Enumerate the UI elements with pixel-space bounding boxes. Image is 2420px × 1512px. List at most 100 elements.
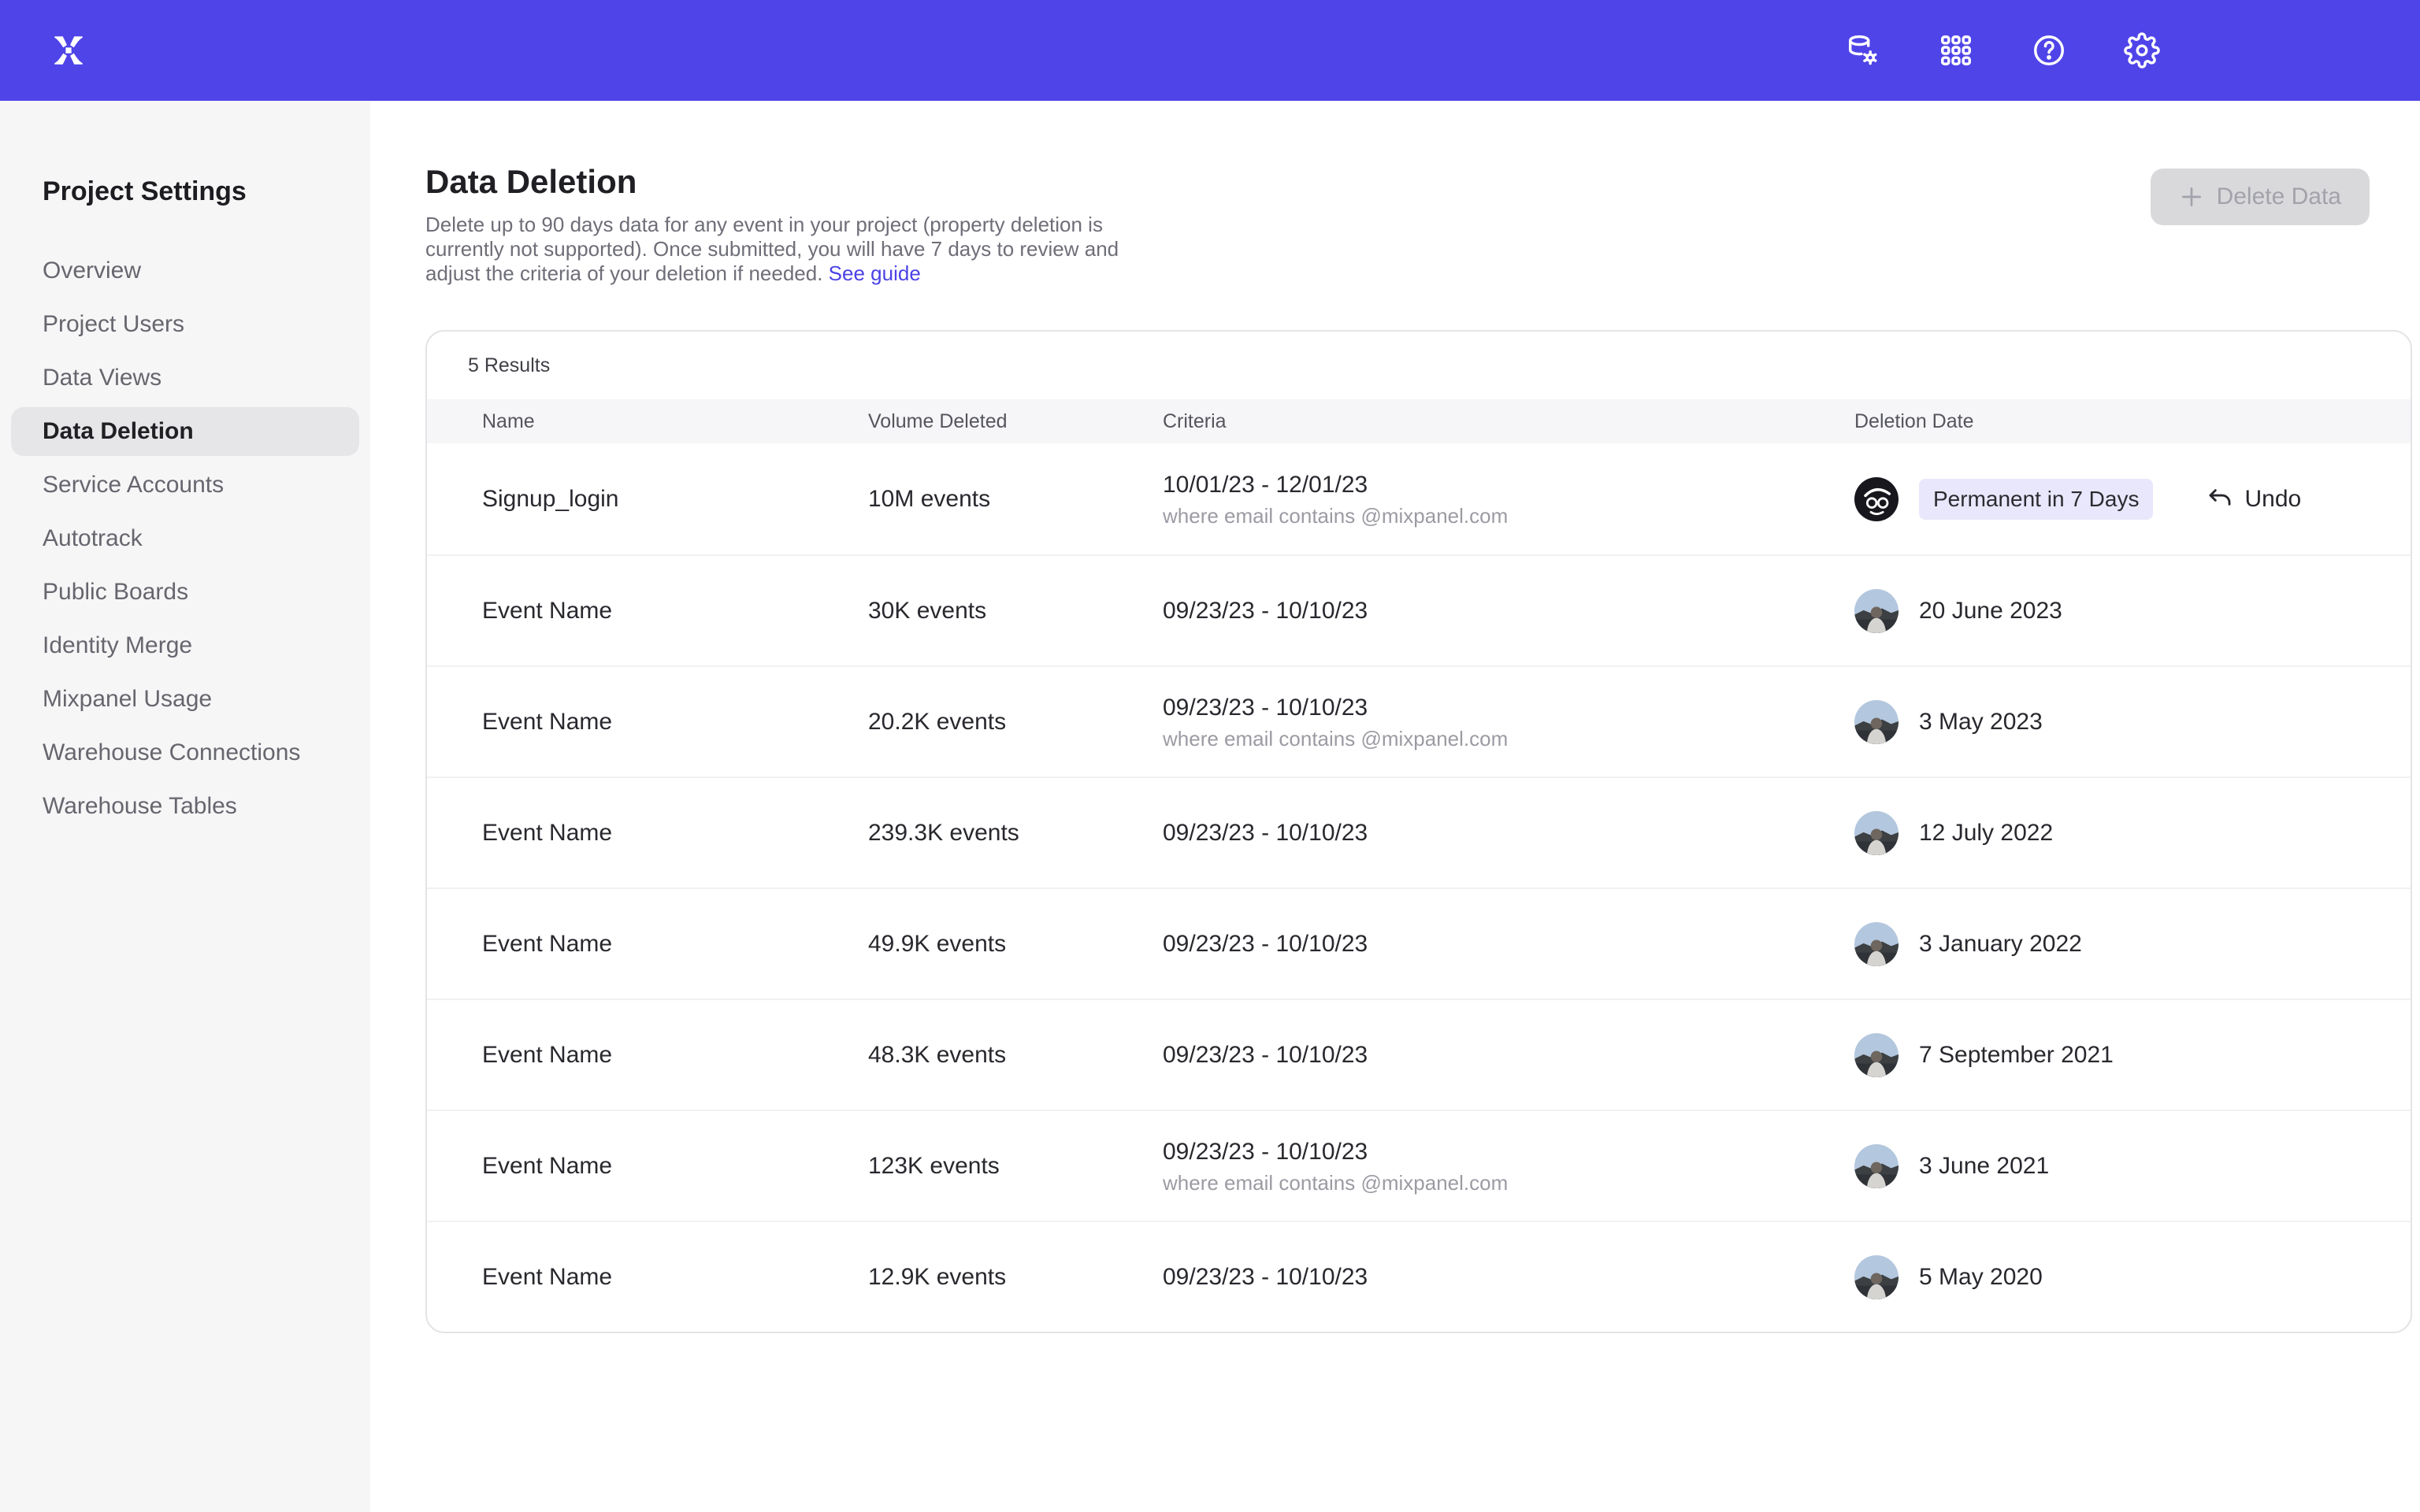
table-row: Event Name 239.3K events 09/23/23 - 10/1… [427, 776, 2411, 888]
data-settings-icon[interactable] [1845, 32, 1881, 69]
row-criteria-range: 09/23/23 - 10/10/23 [1163, 930, 1854, 958]
row-volume: 123K events [868, 1153, 1163, 1180]
row-deletion-date: 7 September 2021 [1854, 1033, 2411, 1077]
mixpanel-logo [49, 31, 88, 70]
row-volume: 10M events [868, 486, 1163, 513]
help-icon[interactable] [2031, 32, 2067, 69]
sidebar-title: Project Settings [0, 176, 370, 207]
topbar-icons [1845, 32, 2160, 69]
sidebar-item-mixpanel-usage[interactable]: Mixpanel Usage [11, 675, 359, 724]
row-criteria-range: 09/23/23 - 10/10/23 [1163, 694, 1854, 722]
undo-button[interactable]: Undo [2207, 486, 2301, 513]
photo-avatar [1854, 1033, 1899, 1077]
row-criteria-filter: where email contains @mixpanel.com [1163, 727, 1854, 750]
row-volume: 239.3K events [868, 820, 1163, 847]
row-criteria-range: 09/23/23 - 10/10/23 [1163, 819, 1854, 847]
row-volume: 49.9K events [868, 931, 1163, 958]
row-deletion-date: 12 July 2022 [1854, 811, 2411, 855]
sidebar-item-identity-merge[interactable]: Identity Merge [11, 621, 359, 670]
settings-gear-icon[interactable] [2124, 32, 2160, 69]
page-description-text: Delete up to 90 days data for any event … [425, 213, 1119, 285]
column-header-deletion-date: Deletion Date [1854, 410, 2411, 433]
row-criteria-range: 09/23/23 - 10/10/23 [1163, 1138, 1854, 1166]
illustrated-avatar [1854, 477, 1899, 521]
row-deletion-date: 3 May 2023 [1854, 700, 2411, 744]
page-heading-block: Data Deletion Delete up to 90 days data … [425, 162, 1130, 286]
sidebar-item-service-accounts[interactable]: Service Accounts [11, 461, 359, 510]
sidebar-item-warehouse-connections[interactable]: Warehouse Connections [11, 728, 359, 777]
row-criteria-range: 09/23/23 - 10/10/23 [1163, 597, 1854, 625]
sidebar-item-warehouse-tables[interactable]: Warehouse Tables [11, 782, 359, 831]
row-deletion-date: 5 May 2020 [1854, 1255, 2411, 1299]
row-volume: 30K events [868, 598, 1163, 624]
page-description: Delete up to 90 days data for any event … [425, 213, 1130, 286]
row-criteria-range: 09/23/23 - 10/10/23 [1163, 1041, 1854, 1069]
photo-avatar [1854, 1144, 1899, 1188]
sidebar-item-data-deletion[interactable]: Data Deletion [11, 407, 359, 456]
sidebar-item-project-users[interactable]: Project Users [11, 300, 359, 349]
photo-avatar [1854, 1255, 1899, 1299]
delete-data-button[interactable]: Delete Data [2151, 169, 2370, 225]
deletion-date: 5 May 2020 [1919, 1264, 2043, 1291]
see-guide-link[interactable]: See guide [829, 261, 921, 285]
row-name: Event Name [482, 931, 868, 958]
row-deletion-date: Permanent in 7 Days Undo [1854, 477, 2411, 521]
table-header-row: NameVolume DeletedCriteriaDeletion Date [427, 399, 2411, 443]
status-badge: Permanent in 7 Days [1919, 479, 2153, 520]
row-criteria: 09/23/23 - 10/10/23 where email contains… [1163, 1138, 1854, 1195]
deletion-date: 3 May 2023 [1919, 709, 2043, 736]
sidebar: Project Settings Overview Project Users Da… [0, 101, 370, 1512]
row-deletion-date: 3 January 2022 [1854, 922, 2411, 966]
deletion-date: 7 September 2021 [1919, 1042, 2114, 1069]
photo-avatar [1854, 811, 1899, 855]
sidebar-item-overview[interactable]: Overview [11, 246, 359, 295]
main-header: Data Deletion Delete up to 90 days data … [370, 101, 2420, 286]
table-body: Signup_login 10M events 10/01/23 - 12/01… [427, 443, 2411, 1332]
deletion-date: 3 January 2022 [1919, 931, 2082, 958]
row-criteria: 09/23/23 - 10/10/23 where email contains… [1163, 694, 1854, 750]
sidebar-item-autotrack[interactable]: Autotrack [11, 514, 359, 563]
row-name: Event Name [482, 1264, 868, 1291]
row-criteria-range: 10/01/23 - 12/01/23 [1163, 471, 1854, 499]
row-criteria: 09/23/23 - 10/10/23 [1163, 819, 1854, 847]
row-volume: 20.2K events [868, 709, 1163, 736]
sidebar-item-public-boards[interactable]: Public Boards [11, 568, 359, 617]
results-count: 5 Results [427, 332, 2411, 399]
deletion-date: 12 July 2022 [1919, 820, 2053, 847]
deletion-date: 3 June 2021 [1919, 1153, 2049, 1180]
undo-icon [2207, 486, 2233, 513]
row-name: Event Name [482, 1042, 868, 1069]
row-name: Event Name [482, 820, 868, 847]
plus-icon [2179, 184, 2204, 209]
table-row: Event Name 123K events 09/23/23 - 10/10/… [427, 1110, 2411, 1221]
column-header-criteria: Criteria [1163, 410, 1854, 433]
table-row: Event Name 12.9K events 09/23/23 - 10/10… [427, 1221, 2411, 1332]
row-name: Event Name [482, 1153, 868, 1180]
topbar [0, 0, 2420, 101]
deletion-table-card: 5 Results NameVolume DeletedCriteriaDele… [425, 330, 2412, 1333]
row-name: Event Name [482, 709, 868, 736]
sidebar-item-data-views[interactable]: Data Views [11, 354, 359, 402]
row-name: Signup_login [482, 486, 868, 513]
row-criteria-range: 09/23/23 - 10/10/23 [1163, 1263, 1854, 1292]
photo-avatar [1854, 922, 1899, 966]
delete-data-button-label: Delete Data [2217, 183, 2341, 210]
page-title: Data Deletion [425, 162, 1130, 202]
row-criteria-filter: where email contains @mixpanel.com [1163, 1171, 1854, 1195]
deletion-date: 20 June 2023 [1919, 598, 2062, 624]
table-row: Event Name 48.3K events 09/23/23 - 10/10… [427, 999, 2411, 1110]
row-criteria: 09/23/23 - 10/10/23 [1163, 930, 1854, 958]
apps-grid-icon[interactable] [1938, 32, 1974, 69]
row-deletion-date: 3 June 2021 [1854, 1144, 2411, 1188]
row-criteria: 10/01/23 - 12/01/23 where email contains… [1163, 471, 1854, 528]
row-volume: 12.9K events [868, 1264, 1163, 1291]
photo-avatar [1854, 700, 1899, 744]
row-criteria: 09/23/23 - 10/10/23 [1163, 1263, 1854, 1292]
undo-label: Undo [2244, 486, 2301, 513]
row-criteria: 09/23/23 - 10/10/23 [1163, 1041, 1854, 1069]
main-content: Data Deletion Delete up to 90 days data … [370, 101, 2420, 1512]
table-row: Signup_login 10M events 10/01/23 - 12/01… [427, 443, 2411, 554]
table-row: Event Name 30K events 09/23/23 - 10/10/2… [427, 554, 2411, 665]
row-deletion-date: 20 June 2023 [1854, 589, 2411, 633]
row-volume: 48.3K events [868, 1042, 1163, 1069]
